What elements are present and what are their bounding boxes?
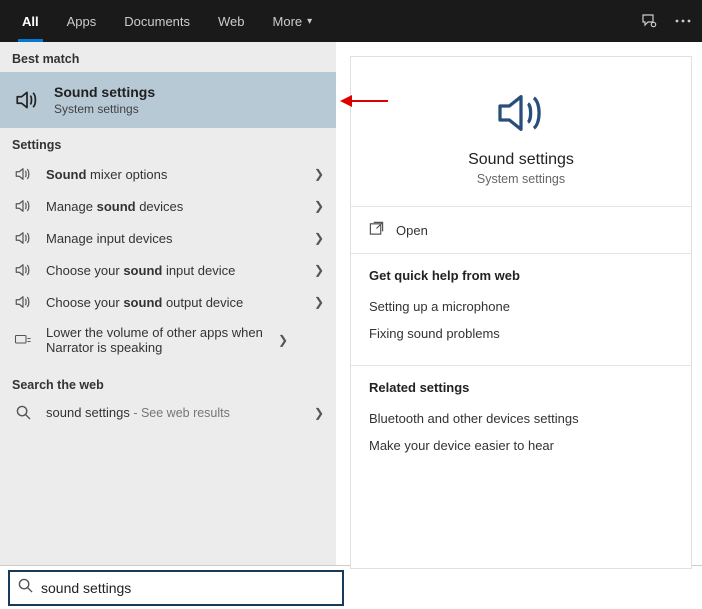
settings-result-label: Manage input devices bbox=[46, 231, 302, 246]
search-box[interactable] bbox=[8, 570, 344, 606]
details-subtitle: System settings bbox=[477, 172, 565, 186]
settings-result-label: Sound mixer options bbox=[46, 167, 302, 182]
chevron-right-icon: ❯ bbox=[314, 167, 324, 181]
chevron-right-icon: ❯ bbox=[314, 199, 324, 213]
related-heading: Related settings bbox=[369, 380, 673, 395]
related-link[interactable]: Bluetooth and other devices settings bbox=[369, 405, 673, 432]
chevron-down-icon: ▾ bbox=[307, 16, 312, 27]
section-web-label: Search the web bbox=[0, 368, 336, 398]
details-title: Sound settings bbox=[468, 151, 574, 169]
best-match-result[interactable]: Sound settings System settings bbox=[0, 72, 336, 128]
chevron-right-icon: ❯ bbox=[278, 333, 288, 347]
chevron-right-icon: ❯ bbox=[314, 295, 324, 309]
speaker-icon bbox=[12, 261, 34, 279]
tab-documents[interactable]: Documents bbox=[110, 0, 204, 42]
chevron-right-icon: ❯ bbox=[314, 231, 324, 245]
details-panel: Sound settings System settings Open Get … bbox=[350, 56, 692, 569]
tab-all[interactable]: All bbox=[8, 0, 53, 42]
quick-help-link[interactable]: Fixing sound problems bbox=[369, 320, 673, 347]
settings-result-row[interactable]: Sound mixer options ❯ bbox=[0, 158, 336, 190]
settings-result-row[interactable]: Lower the volume of other apps when Narr… bbox=[0, 318, 336, 362]
section-best-match-label: Best match bbox=[0, 42, 336, 72]
open-icon bbox=[369, 221, 384, 239]
chevron-right-icon: ❯ bbox=[314, 406, 324, 420]
settings-result-label: Lower the volume of other apps when Narr… bbox=[46, 325, 266, 355]
speaker-icon bbox=[12, 87, 42, 113]
best-match-subtitle: System settings bbox=[54, 102, 155, 116]
speaker-icon bbox=[12, 165, 34, 183]
quick-help-heading: Get quick help from web bbox=[369, 268, 673, 283]
results-panel: Best match Sound settings System setting… bbox=[0, 42, 336, 565]
speaker-icon bbox=[12, 197, 34, 215]
speaker-large-icon bbox=[493, 85, 549, 141]
settings-result-label: Choose your sound input device bbox=[46, 263, 302, 278]
top-tab-bar: AllAppsDocumentsWebMore▾ bbox=[0, 0, 702, 42]
settings-result-row[interactable]: Choose your sound output device ❯ bbox=[0, 286, 336, 318]
settings-result-row[interactable]: Manage sound devices ❯ bbox=[0, 190, 336, 222]
settings-result-label: Manage sound devices bbox=[46, 199, 302, 214]
feedback-icon[interactable] bbox=[640, 12, 658, 30]
best-match-title: Sound settings bbox=[54, 84, 155, 100]
tab-apps[interactable]: Apps bbox=[53, 0, 111, 42]
tab-more[interactable]: More▾ bbox=[259, 0, 327, 42]
settings-result-row[interactable]: Choose your sound input device ❯ bbox=[0, 254, 336, 286]
search-icon bbox=[12, 405, 34, 420]
search-input[interactable] bbox=[41, 580, 334, 596]
open-label: Open bbox=[396, 223, 428, 238]
search-icon bbox=[18, 578, 33, 598]
section-settings-label: Settings bbox=[0, 128, 336, 158]
related-link[interactable]: Make your device easier to hear bbox=[369, 432, 673, 459]
narrator-icon bbox=[12, 331, 34, 349]
chevron-right-icon: ❯ bbox=[314, 263, 324, 277]
quick-help-link[interactable]: Setting up a microphone bbox=[369, 293, 673, 320]
search-bar bbox=[0, 565, 702, 609]
web-result-row[interactable]: sound settings - See web results ❯ bbox=[0, 398, 336, 427]
more-options-icon[interactable] bbox=[674, 12, 692, 30]
settings-result-label: Choose your sound output device bbox=[46, 295, 302, 310]
tab-web[interactable]: Web bbox=[204, 0, 259, 42]
open-action[interactable]: Open bbox=[351, 207, 691, 253]
speaker-icon bbox=[12, 293, 34, 311]
web-result-label: sound settings - See web results bbox=[46, 405, 302, 420]
settings-result-row[interactable]: Manage input devices ❯ bbox=[0, 222, 336, 254]
speaker-icon bbox=[12, 229, 34, 247]
